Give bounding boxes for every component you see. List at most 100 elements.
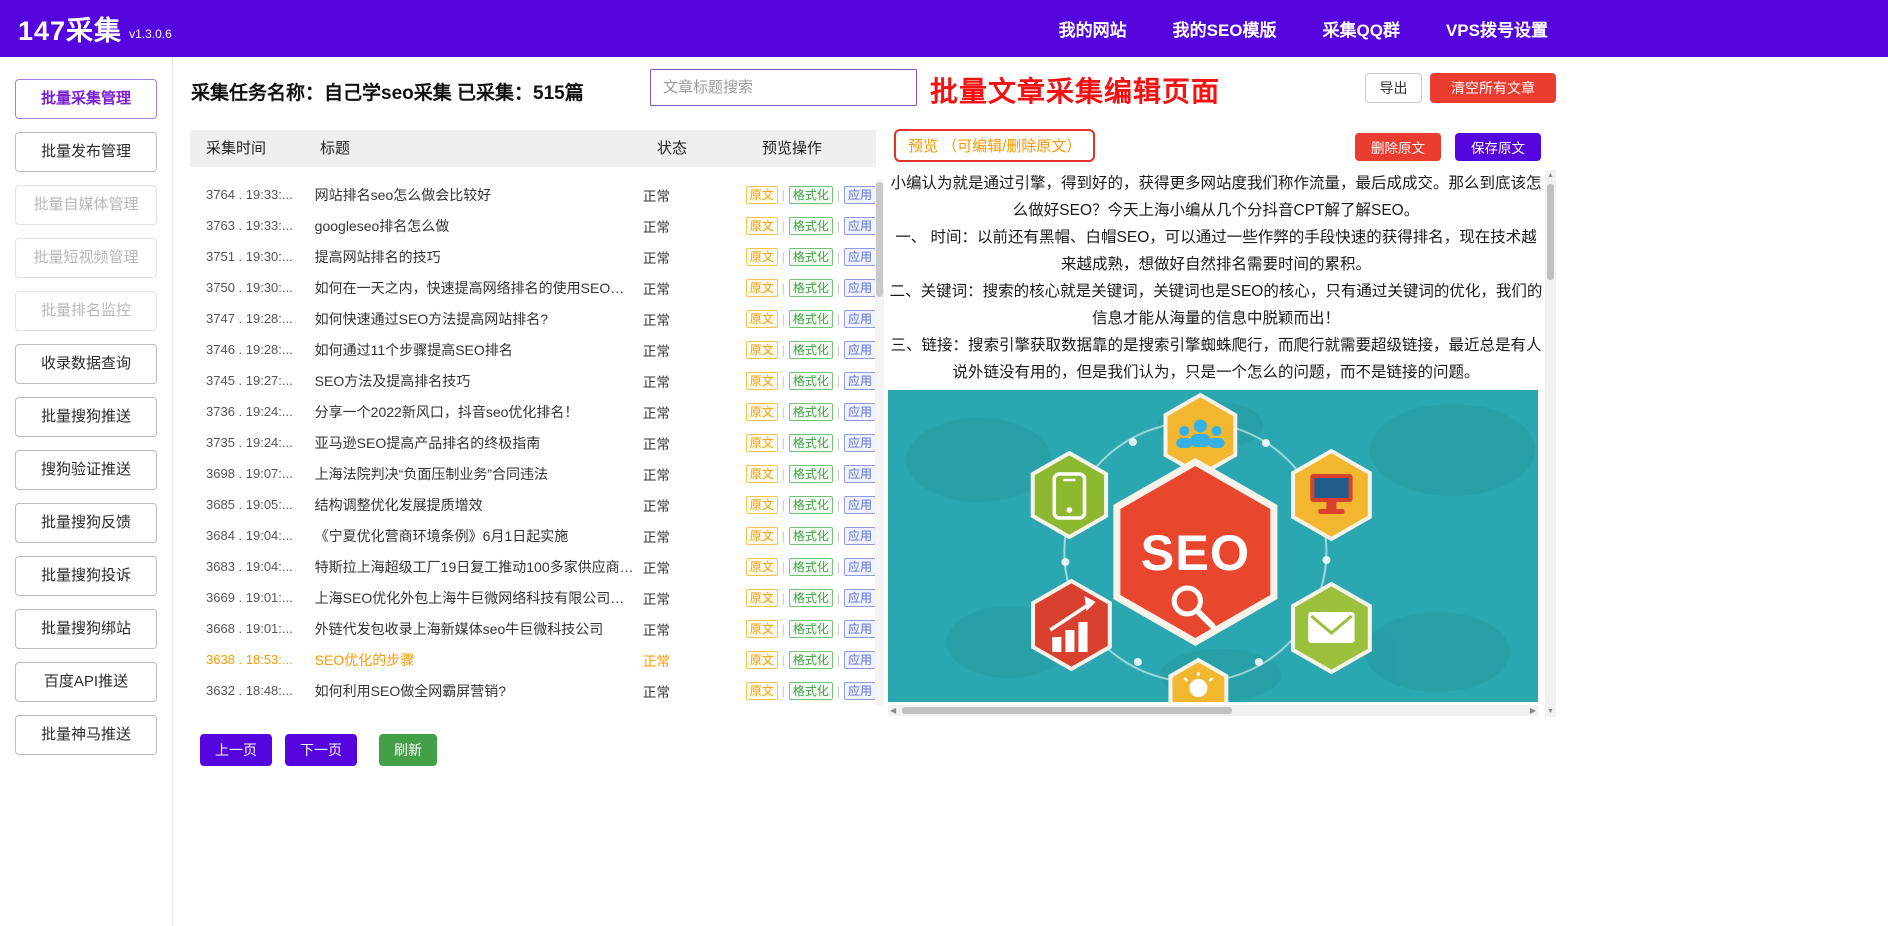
sidebar-item[interactable]: 批量自媒体管理 [15,185,157,225]
apply-action-link[interactable]: 应用 [844,558,876,576]
table-row[interactable]: 3684 . 19:04:... 《宁夏优化营商环境条例》6月1日起实施 正常 … [190,520,876,551]
clear-all-articles-button[interactable]: 清空所有文章 [1430,73,1556,103]
format-action-link[interactable]: 格式化 [789,558,833,576]
table-scrollbar-thumb[interactable] [876,182,883,297]
origin-action-link[interactable]: 原文 [746,186,778,204]
sidebar-item[interactable]: 批量发布管理 [15,132,157,172]
format-action-link[interactable]: 格式化 [789,496,833,514]
preview-horizontal-scrollbar-thumb[interactable] [902,707,1232,714]
origin-action-link[interactable]: 原文 [746,403,778,421]
format-action-link[interactable]: 格式化 [789,682,833,700]
format-action-link[interactable]: 格式化 [789,620,833,638]
sidebar-item[interactable]: 批量搜狗投诉 [15,556,157,596]
origin-action-link[interactable]: 原文 [746,589,778,607]
sidebar-item[interactable]: 批量神马推送 [15,715,157,755]
apply-action-link[interactable]: 应用 [844,527,876,545]
sidebar-item[interactable]: 搜狗验证推送 [15,450,157,490]
preview-vertical-scrollbar-thumb[interactable] [1547,184,1554,280]
origin-action-link[interactable]: 原文 [746,248,778,266]
origin-action-link[interactable]: 原文 [746,217,778,235]
table-row[interactable]: 3683 . 19:04:... 特斯拉上海超级工厂19日复工推动100多家供应… [190,551,876,582]
origin-action-link[interactable]: 原文 [746,558,778,576]
top-nav-item[interactable]: 采集QQ群 [1323,16,1400,41]
apply-action-link[interactable]: 应用 [844,434,876,452]
search-input[interactable] [650,69,917,106]
scroll-down-arrow-icon[interactable]: ▼ [1545,708,1556,715]
table-row[interactable]: 3638 . 18:53:... SEO优化的步骤 正常 原文 | 格式化 | … [190,644,876,675]
sidebar-item[interactable]: 批量搜狗反馈 [15,503,157,543]
table-row[interactable]: 3751 . 19:30:... 提高网站排名的技巧 正常 原文 | 格式化 |… [190,241,876,272]
format-action-link[interactable]: 格式化 [789,465,833,483]
table-row[interactable]: 3763 . 19:33:... googleseo排名怎么做 正常 原文 | … [190,210,876,241]
sidebar-item[interactable]: 批量搜狗推送 [15,397,157,437]
table-scrollbar[interactable] [875,179,884,706]
table-row[interactable]: 3698 . 19:07:... 上海法院判决“负面压制业务”合同违法 正常 原… [190,458,876,489]
origin-action-link[interactable]: 原文 [746,372,778,390]
format-action-link[interactable]: 格式化 [789,527,833,545]
table-row[interactable]: 3735 . 19:24:... 亚马逊SEO提高产品排名的终极指南 正常 原文… [190,427,876,458]
origin-action-link[interactable]: 原文 [746,682,778,700]
origin-action-link[interactable]: 原文 [746,279,778,297]
table-row[interactable]: 3668 . 19:01:... 外链代发包收录上海新媒体seo牛巨微科技公司 … [190,613,876,644]
apply-action-link[interactable]: 应用 [844,186,876,204]
format-action-link[interactable]: 格式化 [789,341,833,359]
origin-action-link[interactable]: 原文 [746,341,778,359]
prev-page-button[interactable]: 上一页 [200,734,272,766]
sidebar-item[interactable]: 批量排名监控 [15,291,157,331]
preview-vertical-scrollbar[interactable]: ▲ ▼ [1545,170,1556,717]
origin-action-link[interactable]: 原文 [746,465,778,483]
sidebar-item[interactable]: 批量搜狗绑站 [15,609,157,649]
format-action-link[interactable]: 格式化 [789,434,833,452]
next-page-button[interactable]: 下一页 [285,734,357,766]
table-row[interactable]: 3632 . 18:48:... 如何利用SEO做全网霸屏营销? 正常 原文 |… [190,675,876,706]
origin-action-link[interactable]: 原文 [746,620,778,638]
table-row[interactable]: 3764 . 19:33:... 网站排名seo怎么做会比较好 正常 原文 | … [190,179,876,210]
format-action-link[interactable]: 格式化 [789,279,833,297]
table-row[interactable]: 3745 . 19:27:... SEO方法及提高排名技巧 正常 原文 | 格式… [190,365,876,396]
apply-action-link[interactable]: 应用 [844,248,876,266]
top-nav-item[interactable]: VPS拨号设置 [1446,16,1548,41]
apply-action-link[interactable]: 应用 [844,217,876,235]
scroll-right-arrow-icon[interactable]: ▶ [1530,705,1536,716]
format-action-link[interactable]: 格式化 [789,589,833,607]
export-button[interactable]: 导出 [1365,73,1422,103]
table-row[interactable]: 3746 . 19:28:... 如何通过11个步骤提高SEO排名 正常 原文 … [190,334,876,365]
format-action-link[interactable]: 格式化 [789,217,833,235]
origin-action-link[interactable]: 原文 [746,434,778,452]
format-action-link[interactable]: 格式化 [789,310,833,328]
apply-action-link[interactable]: 应用 [844,589,876,607]
apply-action-link[interactable]: 应用 [844,651,876,669]
table-row[interactable]: 3669 . 19:01:... 上海SEO优化外包上海牛巨微网络科技有限公司站… [190,582,876,613]
apply-action-link[interactable]: 应用 [844,279,876,297]
format-action-link[interactable]: 格式化 [789,248,833,266]
apply-action-link[interactable]: 应用 [844,341,876,359]
delete-original-button[interactable]: 删除原文 [1355,133,1441,161]
format-action-link[interactable]: 格式化 [789,186,833,204]
sidebar-item[interactable]: 百度API推送 [15,662,157,702]
save-original-button[interactable]: 保存原文 [1455,133,1541,161]
sidebar-item[interactable]: 批量采集管理 [15,79,157,119]
top-nav-item[interactable]: 我的SEO模版 [1173,16,1277,41]
sidebar-item[interactable]: 收录数据查询 [15,344,157,384]
format-action-link[interactable]: 格式化 [789,372,833,390]
top-nav-item[interactable]: 我的网站 [1059,16,1127,41]
apply-action-link[interactable]: 应用 [844,620,876,638]
origin-action-link[interactable]: 原文 [746,527,778,545]
apply-action-link[interactable]: 应用 [844,310,876,328]
format-action-link[interactable]: 格式化 [789,651,833,669]
table-row[interactable]: 3736 . 19:24:... 分享一个2022新风口，抖音seo优化排名！ … [190,396,876,427]
apply-action-link[interactable]: 应用 [844,403,876,421]
scroll-up-arrow-icon[interactable]: ▲ [1545,172,1556,179]
apply-action-link[interactable]: 应用 [844,372,876,390]
table-row[interactable]: 3685 . 19:05:... 结构调整优化发展提质增效 正常 原文 | 格式… [190,489,876,520]
scroll-left-arrow-icon[interactable]: ◀ [890,705,896,716]
preview-horizontal-scrollbar[interactable]: ◀ ▶ [888,705,1538,716]
origin-action-link[interactable]: 原文 [746,310,778,328]
table-row[interactable]: 3750 . 19:30:... 如何在一天之内，快速提高网络排名的使用SEO技… [190,272,876,303]
apply-action-link[interactable]: 应用 [844,465,876,483]
table-row[interactable]: 3747 . 19:28:... 如何快速通过SEO方法提高网站排名? 正常 原… [190,303,876,334]
sidebar-item[interactable]: 批量短视频管理 [15,238,157,278]
refresh-button[interactable]: 刷新 [379,734,437,766]
origin-action-link[interactable]: 原文 [746,496,778,514]
apply-action-link[interactable]: 应用 [844,496,876,514]
